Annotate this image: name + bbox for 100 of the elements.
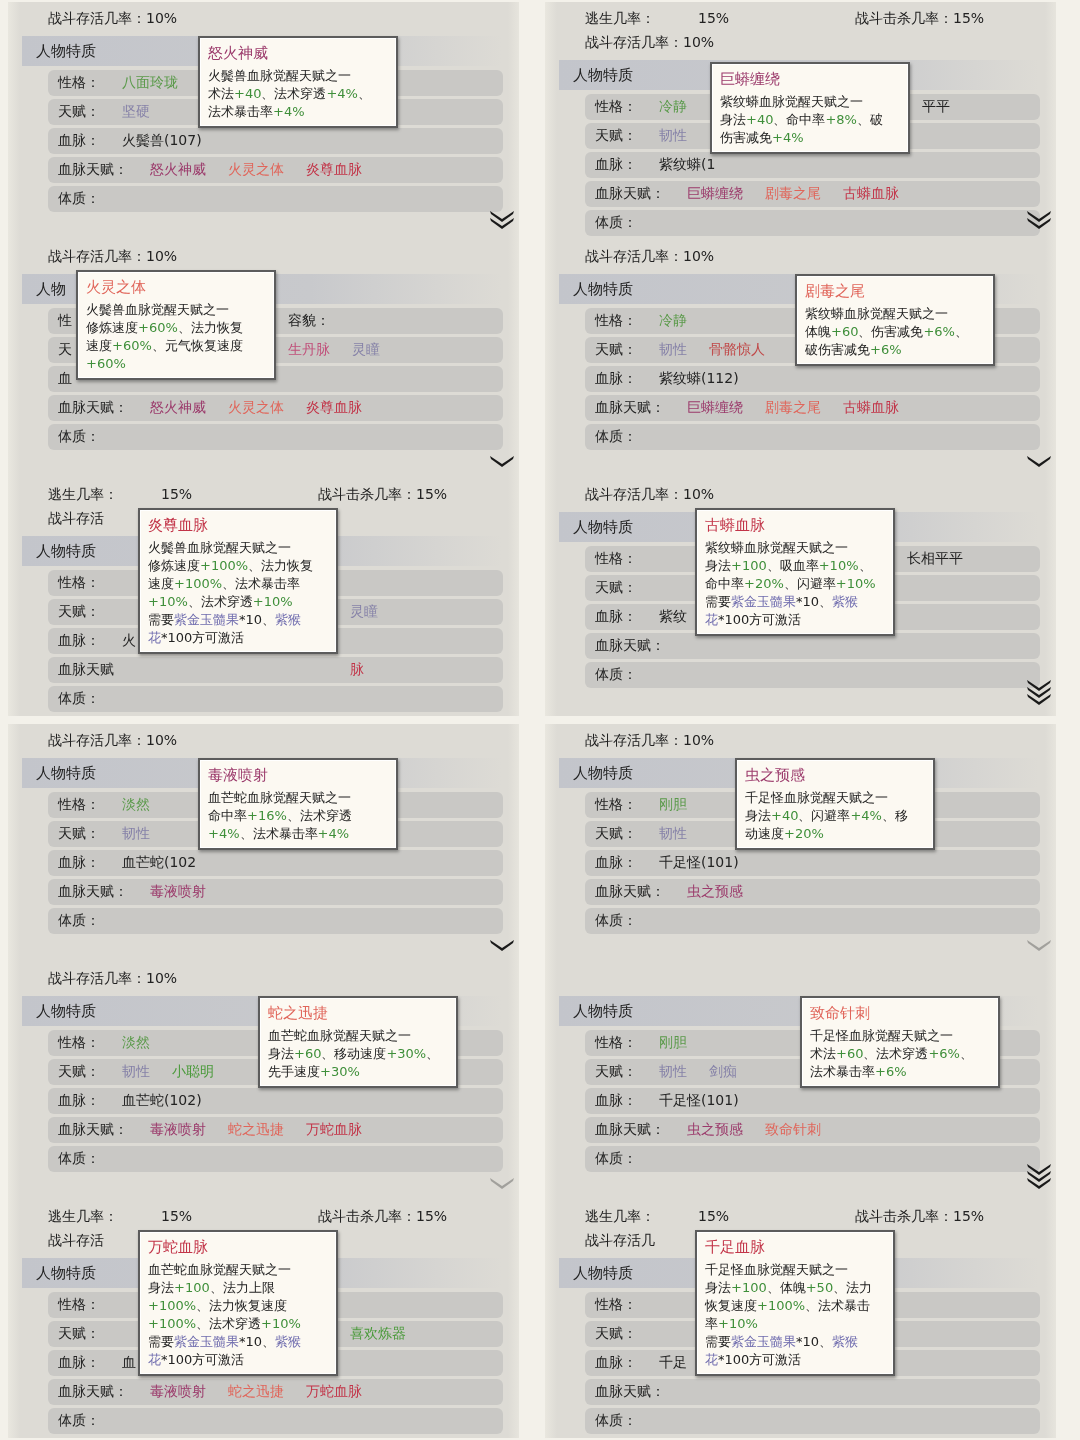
attribute-value[interactable]: 虫之预感 [687,883,743,901]
attribute-label: 性格： [595,550,637,568]
attribute-value[interactable]: 蛇之迅捷 [228,1383,284,1401]
stat-text: 战斗存活几率：10% [585,486,715,502]
attribute-value[interactable]: 血芒蛇(102) [122,1092,202,1110]
stat-text: 逃生几率： [48,1207,119,1226]
attribute-value[interactable]: 炎尊血脉 [306,161,362,179]
attribute-label: 性格： [595,1034,637,1052]
attribute-value[interactable]: 容貌： [288,312,330,330]
stat-text: 逃生几率： [585,1207,656,1226]
attribute-value[interactable]: 火灵之体 [228,399,284,417]
attribute-value[interactable]: 韧性 [659,127,687,145]
attribute-value[interactable]: 毒液喷射 [150,1383,206,1401]
attribute-value[interactable]: 万蛇血脉 [306,1383,362,1401]
attribute-value[interactable]: 韧性 [659,341,687,359]
attribute-value[interactable]: 韧性 [122,825,150,843]
attribute-value[interactable]: 火灵之体 [228,161,284,179]
attribute-label: 血脉天赋： [58,399,128,417]
chevron-down-icon[interactable] [1024,208,1054,232]
stat-text: 战斗存活几率：10% [48,10,178,26]
attribute-value[interactable]: 小聪明 [172,1063,214,1081]
tooltip-description: 火鬓兽血脉觉醒天赋之一 术法+40、法术穿透+4%、 法术暴击率+4% [208,67,372,121]
attribute-value[interactable]: 万蛇血脉 [306,1121,362,1139]
attribute-value[interactable]: 剧毒之尾 [765,399,821,417]
stat-text: 战斗存活几率：10% [48,248,178,264]
attribute-value[interactable]: 古蟒血脉 [843,185,899,203]
attribute-label: 血脉： [595,370,637,388]
attribute-value[interactable]: 刚胆 [659,796,687,814]
attribute-value[interactable]: 怒火神威 [150,161,206,179]
attribute-value[interactable]: 炎尊血脉 [306,399,362,417]
attribute-label: 天赋： [595,825,637,843]
chevron-down-icon[interactable] [487,937,517,954]
attribute-label: 性格： [58,796,100,814]
attribute-value[interactable]: 韧性 [659,825,687,843]
attribute-value[interactable]: 脉 [350,661,364,679]
attribute-value[interactable]: 致命针刺 [765,1121,821,1139]
attribute-label: 天赋： [58,103,100,121]
attribute-value[interactable]: 淡然 [122,1034,150,1052]
attribute-value[interactable]: 刚胆 [659,1034,687,1052]
tooltip-title: 虫之预感 [745,765,806,785]
attribute-value[interactable]: 千足怪(101) [659,854,739,872]
attribute-value[interactable]: 蛇之迅捷 [228,1121,284,1139]
stat-text: 战斗存活几率：10% [585,732,715,748]
chevron-down-icon[interactable] [1024,677,1054,708]
attribute-value[interactable]: 血 [122,1354,136,1372]
attribute-value[interactable]: 坚硬 [122,103,150,121]
attribute-value[interactable]: 韧性 [659,1063,687,1081]
attribute-value[interactable]: 毒液喷射 [150,883,206,901]
attribute-value[interactable]: 剧毒之尾 [765,185,821,203]
attribute-label: 血脉天赋 [58,661,114,679]
attribute-value[interactable]: 剑痴 [709,1063,737,1081]
attribute-value[interactable]: 千足 [659,1354,687,1372]
tooltip-description: 千足怪血脉觉醒天赋之一 身法+100、体魄+50、法力 恢复速度+100%、法术暴击 率+10% 需要紫金玉髓果*10、紫猴 花*100方可激活 [705,1261,874,1369]
attribute-value[interactable]: 古蟒血脉 [843,399,899,417]
attribute-value[interactable]: 灵瞳 [352,341,380,359]
attribute-value[interactable]: 骨骼惊人 [709,341,765,359]
attribute-value[interactable]: 紫纹蟒(1 [659,156,716,174]
stat-text: 战斗存活 [48,510,104,526]
attribute-value[interactable]: 八面玲珑 [122,74,178,92]
attribute-value[interactable]: 韧性 [122,1063,150,1081]
tooltip-title: 蛇之迅捷 [268,1003,329,1023]
chevron-down-icon[interactable] [487,208,517,232]
tooltip-description: 火鬓兽血脉觉醒天赋之一 修炼速度+60%、法力恢复 速度+60%、元气恢复速度 +60% [86,301,244,373]
attribute-value[interactable]: 巨蟒缠绕 [687,399,743,417]
attribute-label: 天赋： [58,825,100,843]
tooltip-title: 古蟒血脉 [705,515,766,535]
chevron-down-icon[interactable] [487,453,517,470]
attribute-value[interactable]: 火 [122,632,136,650]
attribute-value[interactable]: 虫之预感 [687,1121,743,1139]
attribute-value[interactable]: 生丹脉 [288,341,330,359]
tooltip-description: 千足怪血脉觉醒天赋之一 术法+60、法术穿透+6%、 法术暴击率+6% [810,1027,974,1081]
attribute-value[interactable]: 巨蟒缠绕 [687,185,743,203]
chevron-down-icon[interactable] [1024,1161,1054,1192]
attribute-value[interactable]: 紫纹蟒(112) [659,370,739,388]
attribute-value[interactable]: 冷静 [659,98,687,116]
attribute-label: 性格： [58,74,100,92]
stat-text: 战斗击杀几率：15% [855,9,986,28]
attribute-value[interactable]: 紫纹 [659,608,687,626]
attribute-label: 天 [58,341,72,359]
attribute-value[interactable]: 灵瞳 [350,603,378,621]
attribute-value[interactable]: 平平 [922,98,950,116]
attribute-value[interactable]: 火鬓兽(107) [122,132,202,150]
attribute-value[interactable]: 千足怪(101) [659,1092,739,1110]
attribute-value[interactable]: 喜欢炼器 [350,1325,406,1343]
stat-text: 战斗击杀几率：15% [855,1207,986,1226]
attribute-value[interactable]: 长相平平 [907,550,963,568]
attribute-value[interactable]: 怒火神威 [150,399,206,417]
attribute-label: 天赋： [58,1063,100,1081]
attribute-label: 血脉天赋： [595,1121,665,1139]
attribute-value[interactable]: 血芒蛇(102 [122,854,197,872]
attribute-label: 性格： [58,1296,100,1314]
attribute-value[interactable]: 毒液喷射 [150,1121,206,1139]
attribute-value[interactable]: 淡然 [122,796,150,814]
attribute-label: 性格： [595,1296,637,1314]
chevron-down-icon[interactable] [1024,453,1054,470]
attribute-label: 天赋： [595,1325,637,1343]
attribute-label: 体质： [595,1150,637,1168]
attribute-label: 体质： [595,428,637,446]
attribute-value[interactable]: 冷静 [659,312,687,330]
attribute-label: 血脉天赋： [595,399,665,417]
